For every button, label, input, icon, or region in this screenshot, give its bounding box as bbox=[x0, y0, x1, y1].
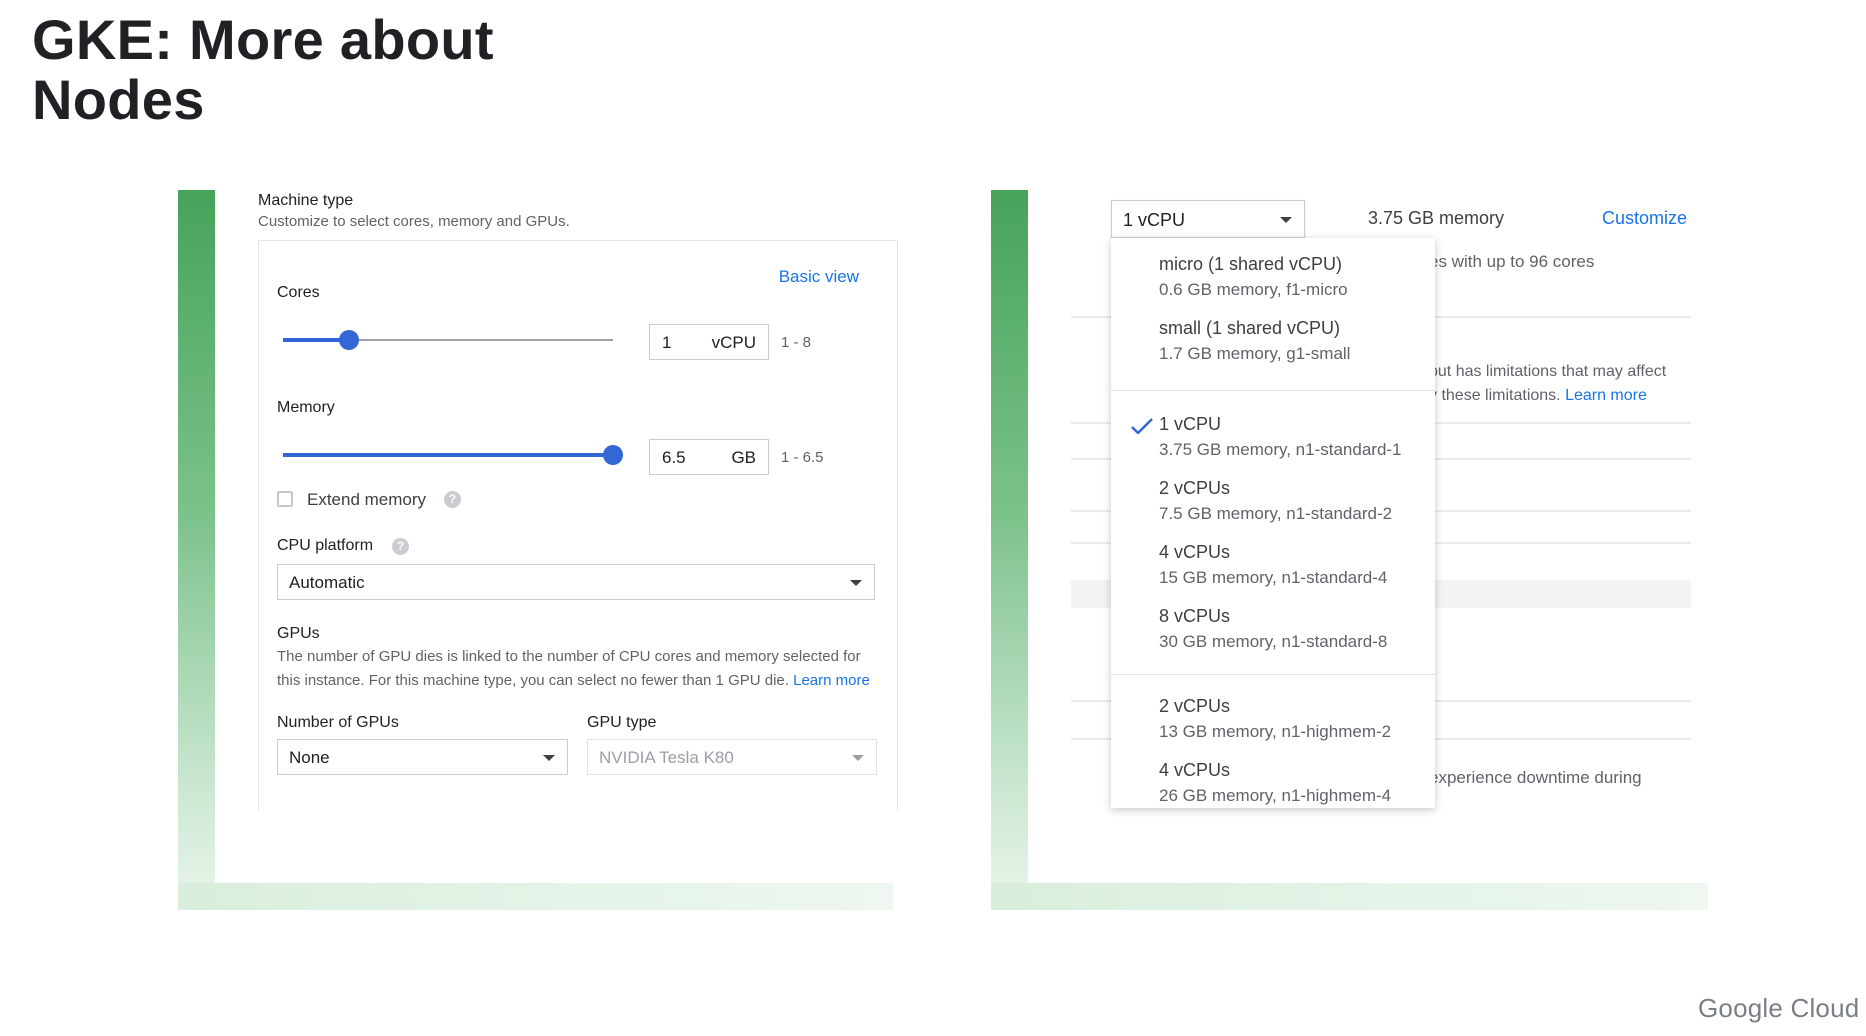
menu-option-n1-standard-8[interactable]: 8 vCPUs 30 GB memory, n1-standard-8 bbox=[1111, 600, 1435, 664]
cores-value: 1 bbox=[662, 333, 672, 352]
slide-title: GKE: More about Nodes bbox=[32, 10, 494, 130]
background-text-downtime: experience downtime during bbox=[1429, 768, 1642, 787]
extend-memory-label: Extend memory bbox=[307, 490, 427, 509]
memory-summary: 3.75 GB memory bbox=[1368, 208, 1505, 228]
menu-option-small[interactable]: small (1 shared vCPU) 1.7 GB memory, g1-… bbox=[1111, 312, 1435, 376]
machine-type-subtitle: Customize to select cores, memory and GP… bbox=[258, 213, 570, 230]
memory-value: 6.5 bbox=[662, 448, 686, 467]
menu-option-n1-standard-4[interactable]: 4 vCPUs 15 GB memory, n1-standard-4 bbox=[1111, 536, 1435, 600]
machine-type-select[interactable]: 1 vCPU bbox=[1111, 200, 1305, 238]
chevron-down-icon bbox=[852, 755, 864, 761]
cores-input[interactable]: 1 vCPU bbox=[649, 324, 769, 360]
memory-range: 1 - 6.5 bbox=[781, 449, 824, 466]
extend-memory-help-icon[interactable]: ? bbox=[444, 491, 461, 508]
cpu-platform-label: CPU platform bbox=[277, 537, 374, 554]
number-of-gpus-value: None bbox=[289, 748, 330, 767]
background-text-cores: es with up to 96 cores bbox=[1429, 252, 1595, 271]
customize-link[interactable]: Customize bbox=[1602, 208, 1687, 229]
option-name: small (1 shared vCPU) bbox=[1159, 318, 1341, 338]
gpu-type-value: NVIDIA Tesla K80 bbox=[599, 748, 734, 767]
machine-type-title: Machine type bbox=[258, 192, 354, 209]
chevron-down-icon bbox=[850, 580, 862, 586]
cpu-platform-select[interactable]: Automatic bbox=[277, 564, 875, 600]
machine-type-selected-value: 1 vCPU bbox=[1123, 210, 1186, 230]
number-of-gpus-select[interactable]: None bbox=[277, 739, 568, 775]
option-desc: 26 GB memory, n1-highmem-4 bbox=[1159, 786, 1392, 805]
memory-slider[interactable] bbox=[283, 445, 623, 465]
menu-divider bbox=[1111, 674, 1435, 675]
background-text-limitations: but has limitations that may affect bbox=[1429, 363, 1667, 380]
machine-type-dropdown-panel: 3.75 GB memory Customize es with up to 9… bbox=[1071, 190, 1711, 830]
basic-view-link[interactable]: Basic view bbox=[779, 267, 859, 287]
gpus-learn-more-link[interactable]: Learn more bbox=[793, 672, 870, 689]
chevron-down-icon bbox=[1280, 217, 1292, 223]
memory-slider-fill bbox=[283, 453, 613, 457]
option-desc: 7.5 GB memory, n1-standard-2 bbox=[1159, 504, 1393, 523]
cpu-platform-help-icon[interactable]: ? bbox=[392, 538, 409, 555]
customize-card: Basic view Cores 1 vCPU 1 - 8 Memory 6.5… bbox=[258, 240, 898, 810]
cores-range: 1 - 8 bbox=[781, 334, 812, 351]
option-name: 4 vCPUs bbox=[1159, 760, 1231, 780]
option-name: 2 vCPUs bbox=[1159, 696, 1231, 716]
option-desc: 30 GB memory, n1-standard-8 bbox=[1159, 632, 1388, 651]
background-learn-more-link[interactable]: Learn more bbox=[1565, 387, 1647, 404]
slide-title-line-1: GKE: More about bbox=[32, 8, 494, 71]
memory-unit: GB bbox=[731, 448, 756, 467]
memory-input[interactable]: 6.5 GB bbox=[649, 439, 769, 475]
option-name: 2 vCPUs bbox=[1159, 478, 1231, 498]
memory-label: Memory bbox=[277, 399, 335, 416]
option-name: 4 vCPUs bbox=[1159, 542, 1231, 562]
menu-option-n1-standard-2[interactable]: 2 vCPUs 7.5 GB memory, n1-standard-2 bbox=[1111, 472, 1435, 536]
machine-type-panel: Machine type Customize to select cores, … bbox=[258, 190, 898, 830]
menu-option-n1-standard-1[interactable]: 1 vCPU 3.75 GB memory, n1-standard-1 bbox=[1111, 408, 1435, 472]
option-desc: 15 GB memory, n1-standard-4 bbox=[1159, 568, 1388, 587]
right-frame-vertical-bar bbox=[991, 190, 1028, 910]
option-desc: 13 GB memory, n1-highmem-2 bbox=[1159, 722, 1392, 741]
menu-option-micro[interactable]: micro (1 shared vCPU) 0.6 GB memory, f1-… bbox=[1111, 248, 1435, 312]
left-frame-vertical-bar bbox=[178, 190, 215, 910]
option-desc: 1.7 GB memory, g1-small bbox=[1159, 344, 1351, 363]
background-text-limitations-2: y these limitations. bbox=[1429, 387, 1561, 404]
cpu-platform-value: Automatic bbox=[289, 573, 365, 592]
option-name: 1 vCPU bbox=[1159, 414, 1222, 434]
gpu-type-select: NVIDIA Tesla K80 bbox=[587, 739, 877, 775]
chevron-down-icon bbox=[543, 755, 555, 761]
option-name: micro (1 shared vCPU) bbox=[1159, 254, 1343, 274]
gpus-label: GPUs bbox=[277, 625, 320, 642]
cores-slider[interactable] bbox=[283, 330, 613, 350]
google-cloud-logo: Google Cloud bbox=[1698, 993, 1860, 1023]
option-desc: 3.75 GB memory, n1-standard-1 bbox=[1159, 440, 1402, 459]
memory-slider-thumb[interactable] bbox=[603, 445, 623, 465]
cores-unit: vCPU bbox=[711, 333, 756, 352]
extend-memory-checkbox[interactable] bbox=[277, 491, 293, 507]
menu-option-n1-highmem-2[interactable]: 2 vCPUs 13 GB memory, n1-highmem-2 bbox=[1111, 690, 1435, 754]
menu-divider bbox=[1111, 390, 1435, 391]
number-of-gpus-label: Number of GPUs bbox=[277, 714, 399, 731]
cores-label: Cores bbox=[277, 284, 320, 301]
gpus-description: The number of GPU dies is linked to the … bbox=[277, 645, 877, 693]
machine-type-menu: micro (1 shared vCPU) 0.6 GB memory, f1-… bbox=[1111, 238, 1435, 808]
slide-title-line-2: Nodes bbox=[32, 68, 205, 131]
right-frame-horizontal-bar bbox=[991, 883, 1708, 910]
checkmark-icon bbox=[1131, 418, 1153, 434]
option-desc: 0.6 GB memory, f1-micro bbox=[1159, 280, 1348, 299]
menu-option-n1-highmem-4[interactable]: 4 vCPUs 26 GB memory, n1-highmem-4 bbox=[1111, 754, 1435, 808]
left-frame-horizontal-bar bbox=[178, 883, 893, 910]
gpus-description-text: The number of GPU dies is linked to the … bbox=[277, 648, 861, 689]
gpu-type-label: GPU type bbox=[587, 714, 657, 731]
cores-slider-thumb[interactable] bbox=[339, 330, 359, 350]
option-name: 8 vCPUs bbox=[1159, 606, 1231, 626]
background-text-learn: y these limitations. Learn more bbox=[1429, 387, 1647, 405]
